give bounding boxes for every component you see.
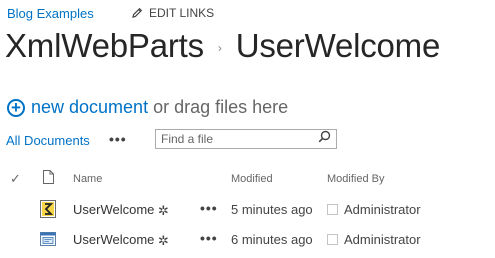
webpart-file-icon bbox=[40, 231, 56, 252]
file-name-link[interactable]: UserWelcome bbox=[73, 232, 154, 247]
table-row[interactable]: UserWelcome ✲ ••• 6 minutes ago Administ… bbox=[0, 225, 495, 255]
breadcrumb: XmlWebParts › UserWelcome bbox=[5, 27, 440, 65]
modified-by[interactable]: Administrator bbox=[327, 202, 421, 217]
search-box[interactable] bbox=[155, 129, 337, 149]
library-title[interactable]: XmlWebParts bbox=[5, 27, 204, 65]
table-row[interactable]: UserWelcome ✲ ••• 5 minutes ago Administ… bbox=[0, 195, 495, 225]
view-more-icon[interactable]: ••• bbox=[109, 131, 127, 147]
search-input[interactable] bbox=[161, 132, 311, 146]
new-document-row: + new document or drag files here bbox=[7, 97, 288, 118]
folder-title: UserWelcome bbox=[235, 27, 441, 64]
breadcrumb-separator-icon: › bbox=[217, 41, 222, 55]
file-type-header-icon bbox=[43, 170, 54, 189]
name-column-header[interactable]: Name bbox=[73, 173, 102, 185]
new-item-icon: ✲ bbox=[158, 203, 169, 218]
modified-by-name: Administrator bbox=[344, 202, 421, 217]
site-link[interactable]: Blog Examples bbox=[7, 6, 94, 21]
modified-by[interactable]: Administrator bbox=[327, 232, 421, 247]
search-icon[interactable] bbox=[318, 130, 331, 148]
pencil-icon bbox=[131, 7, 143, 19]
select-all-checkmark-icon[interactable]: ✓ bbox=[10, 171, 21, 187]
add-icon[interactable]: + bbox=[7, 98, 25, 117]
view-all-documents[interactable]: All Documents bbox=[6, 133, 90, 148]
new-document-link[interactable]: new document bbox=[31, 97, 148, 118]
xml-file-icon bbox=[40, 200, 56, 223]
modified-time: 5 minutes ago bbox=[231, 202, 313, 217]
edit-links-label: EDIT LINKS bbox=[149, 6, 215, 20]
modified-column-header[interactable]: Modified bbox=[231, 173, 273, 185]
item-menu-icon[interactable]: ••• bbox=[200, 230, 218, 246]
modified-time: 6 minutes ago bbox=[231, 232, 313, 247]
presence-indicator bbox=[327, 234, 338, 245]
modified-by-name: Administrator bbox=[344, 232, 421, 247]
item-menu-icon[interactable]: ••• bbox=[200, 200, 218, 216]
presence-indicator bbox=[327, 204, 338, 215]
edit-links-button[interactable]: EDIT LINKS bbox=[131, 6, 214, 20]
modified-by-column-header[interactable]: Modified By bbox=[327, 173, 384, 185]
file-name-link[interactable]: UserWelcome bbox=[73, 202, 154, 217]
drag-files-hint: or drag files here bbox=[153, 97, 289, 117]
new-item-icon: ✲ bbox=[158, 233, 169, 248]
